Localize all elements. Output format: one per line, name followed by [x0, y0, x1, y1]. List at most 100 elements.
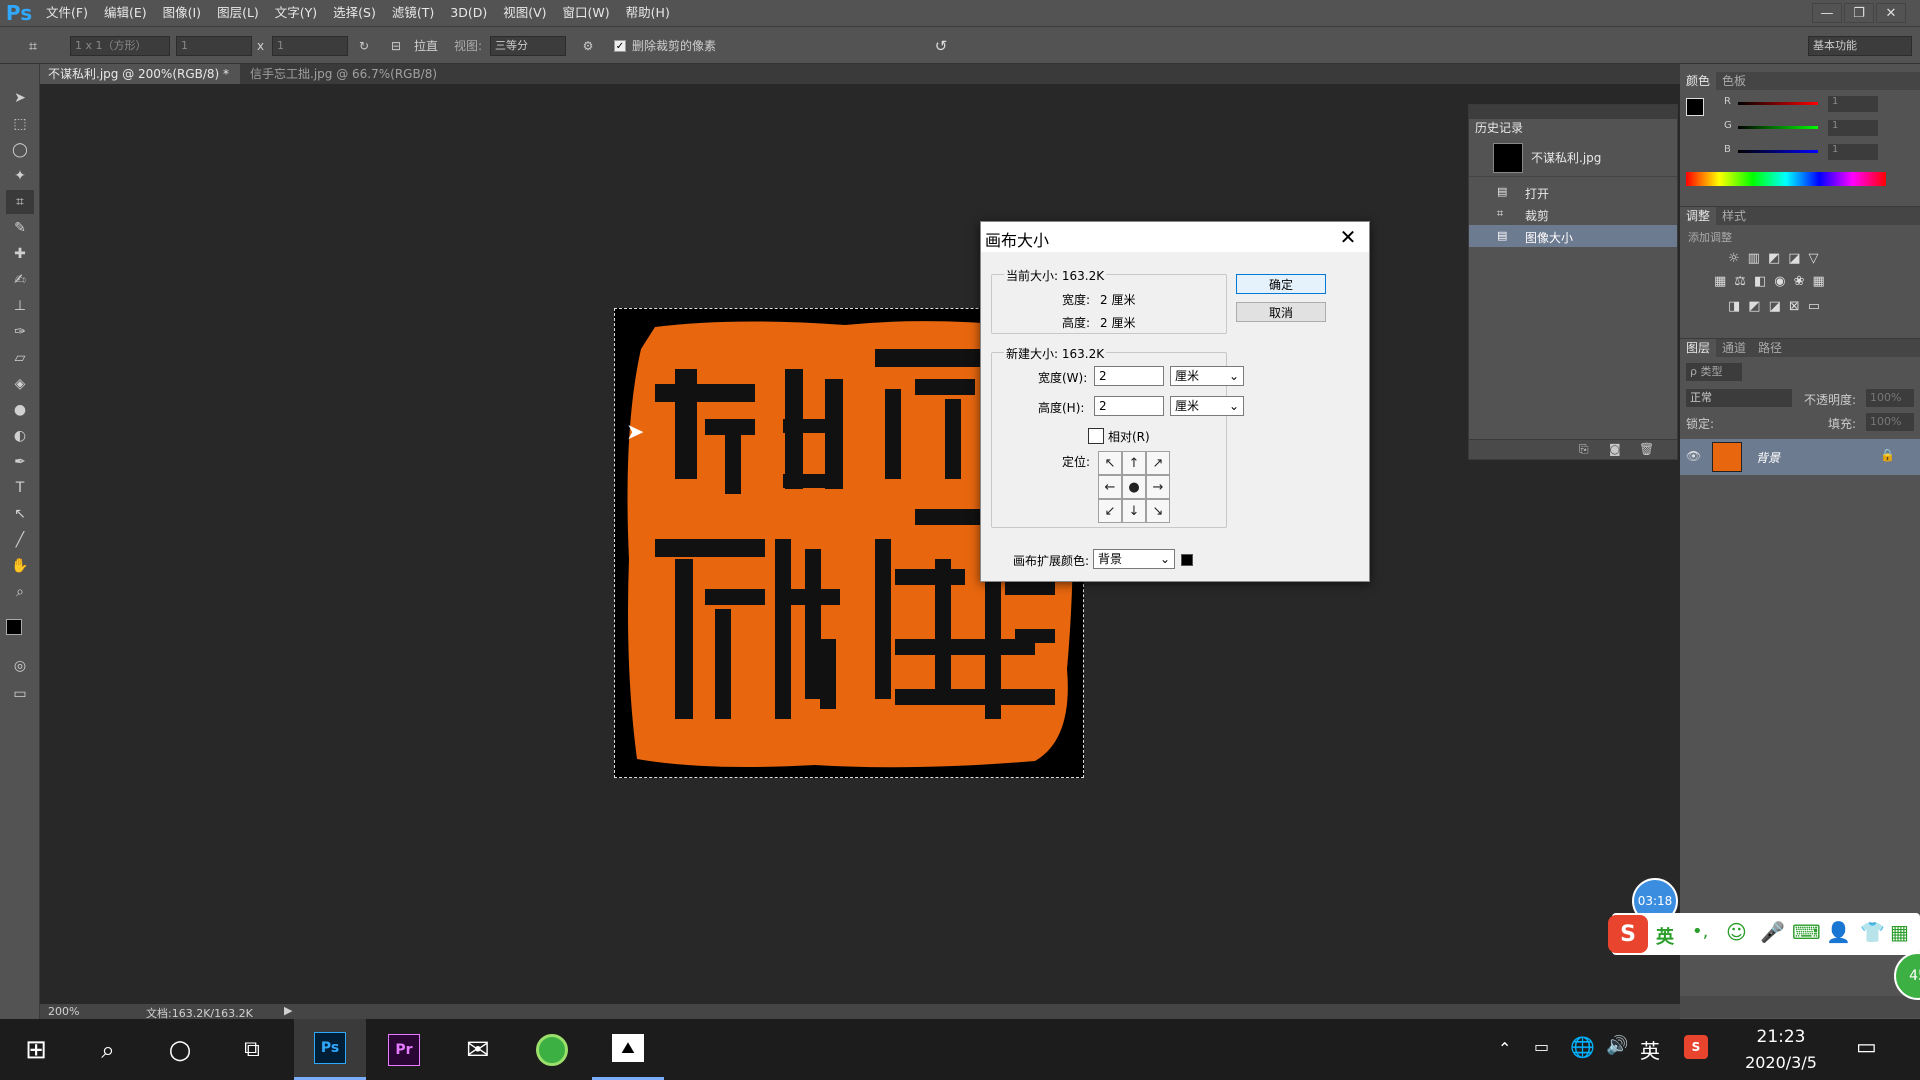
zoom-level[interactable]: 200% [48, 1005, 79, 1018]
exposure-icon[interactable]: ◪ [1788, 251, 1800, 266]
anchor-s-icon[interactable]: ↓ [1122, 499, 1146, 523]
pen-tool-icon[interactable]: ✒ [6, 450, 34, 474]
tab-paths[interactable]: 路径 [1752, 339, 1788, 357]
straighten-icon[interactable]: ⊟ [386, 36, 406, 56]
sogou-logo-icon[interactable]: S [1608, 915, 1648, 953]
anchor-e-icon[interactable]: → [1146, 475, 1170, 499]
extension-color-select[interactable]: 背景 ⌄ [1093, 549, 1175, 569]
emoji-icon[interactable]: ☺ [1726, 920, 1747, 944]
workspace-select[interactable]: 基本功能 [1808, 36, 1912, 56]
magic-wand-tool-icon[interactable]: ✦ [6, 164, 34, 188]
status-arrow-icon[interactable]: ▶ [284, 1004, 292, 1017]
channel-r-slider[interactable] [1738, 102, 1818, 105]
blend-mode-select[interactable]: 正常 [1686, 389, 1792, 407]
hue-icon[interactable]: ▦ [1714, 274, 1726, 289]
straighten-label[interactable]: 拉直 [414, 36, 438, 56]
tab-color[interactable]: 颜色 [1680, 72, 1717, 90]
channel-b-slider[interactable] [1738, 150, 1818, 153]
threshold-icon[interactable]: ◪ [1769, 299, 1781, 314]
crop-height-input[interactable]: 1 [272, 36, 348, 56]
notification-icon[interactable]: ▭ [1856, 1035, 1877, 1060]
mail-app-icon[interactable]: ✉ [442, 1019, 514, 1080]
channel-r-value[interactable]: 1 [1828, 96, 1878, 112]
view-select[interactable]: 三等分 [490, 36, 566, 56]
punctuation-icon[interactable]: •, [1692, 921, 1708, 942]
tab-styles[interactable]: 样式 [1716, 207, 1752, 225]
task-view-icon[interactable]: ⧉ [216, 1019, 288, 1080]
tab-history[interactable]: 历史记录 [1469, 119, 1531, 137]
brush-tool-icon[interactable]: ✍ [6, 268, 34, 292]
ratio-select[interactable]: 1 x 1（方形） [70, 36, 170, 56]
tray-language[interactable]: 英 [1640, 1035, 1660, 1064]
anchor-w-icon[interactable]: ← [1098, 475, 1122, 499]
dialog-close-icon[interactable]: ✕ [1333, 224, 1363, 250]
color-spectrum-bar[interactable] [1686, 172, 1886, 186]
tray-time[interactable]: 21:23 [1736, 1027, 1826, 1047]
swap-icon[interactable]: ↻ [354, 36, 374, 56]
menu-item[interactable]: 文件(F) [38, 0, 96, 26]
tab-document-2[interactable]: 信手忘工拙.jpg @ 66.7%(RGB/8) × [242, 64, 452, 101]
eye-icon[interactable]: 👁 [1686, 449, 1701, 463]
width-input[interactable]: 2 [1094, 366, 1164, 386]
tab-layers[interactable]: 图层 [1680, 339, 1717, 357]
gear-icon[interactable]: ⚙ [578, 36, 598, 56]
marquee-tool-icon[interactable]: ⬚ [6, 112, 34, 136]
network-icon[interactable]: 🌐 [1570, 1035, 1595, 1059]
posterize-icon[interactable]: ◩ [1748, 299, 1760, 314]
menu-item[interactable]: 视图(V) [495, 0, 554, 26]
curves-icon[interactable]: ◩ [1768, 251, 1780, 266]
type-tool-icon[interactable]: T [6, 476, 34, 500]
menu-item[interactable]: 选择(S) [325, 0, 384, 26]
menu-item[interactable]: 滤镜(T) [384, 0, 442, 26]
channel-mixer-icon[interactable]: ❀ [1794, 274, 1805, 289]
anchor-n-icon[interactable]: ↑ [1122, 451, 1146, 475]
foreground-swatch[interactable] [1686, 98, 1704, 116]
delete-cropped-checkbox[interactable]: ✓ [614, 40, 626, 52]
trash-icon[interactable]: 🗑 [1639, 442, 1654, 456]
canvas-area[interactable]: ➤ [40, 84, 1680, 1004]
layer-name[interactable]: 背景 [1756, 449, 1780, 466]
levels-icon[interactable]: ▥ [1748, 251, 1760, 266]
eraser-tool-icon[interactable]: ▱ [6, 346, 34, 370]
menu-item[interactable]: 编辑(E) [96, 0, 155, 26]
restore-button[interactable]: ❐ [1844, 3, 1874, 23]
blur-tool-icon[interactable]: ● [6, 398, 34, 422]
toolbox-icon[interactable]: ▦ [1890, 920, 1909, 944]
history-snapshot[interactable]: 不谋私利.jpg [1469, 139, 1677, 177]
brightness-icon[interactable]: ☼ [1728, 251, 1740, 266]
tab-channels[interactable]: 通道 [1716, 339, 1752, 357]
hand-tool-icon[interactable]: ✋ [6, 554, 34, 578]
opacity-input[interactable]: 100% [1866, 389, 1914, 407]
lasso-tool-icon[interactable]: ◯ [6, 138, 34, 162]
tray-date[interactable]: 2020/3/5 [1736, 1053, 1826, 1072]
foreground-color-swatch[interactable] [6, 619, 22, 635]
height-unit-select[interactable]: 厘米 ⌄ [1170, 396, 1244, 416]
anchor-nw-icon[interactable]: ↖ [1098, 451, 1122, 475]
history-item-selected[interactable]: ▤ 图像大小 [1469, 225, 1677, 247]
battery-icon[interactable]: ▭ [1534, 1037, 1549, 1056]
minimize-button[interactable]: — [1812, 3, 1842, 23]
channel-g-slider[interactable] [1738, 126, 1818, 129]
history-brush-tool-icon[interactable]: ✑ [6, 320, 34, 344]
new-document-icon[interactable]: ⎘ [1579, 442, 1589, 457]
ok-button[interactable]: 确定 [1236, 274, 1326, 294]
microphone-icon[interactable]: 🎤 [1760, 920, 1785, 944]
close-button[interactable]: ✕ [1876, 3, 1906, 23]
gradient-map-icon[interactable]: ▭ [1808, 299, 1820, 314]
relative-checkbox[interactable] [1088, 428, 1104, 444]
menu-item[interactable]: 图像(I) [155, 0, 209, 26]
path-selection-tool-icon[interactable]: ↖ [6, 502, 34, 526]
menu-item[interactable]: 窗口(W) [555, 0, 618, 26]
reset-icon[interactable]: ↺ [930, 36, 952, 56]
skin-icon[interactable]: 👕 [1860, 920, 1885, 944]
menu-item[interactable]: 帮助(H) [618, 0, 678, 26]
user-icon[interactable]: 👤 [1826, 920, 1851, 944]
photo-filter-icon[interactable]: ◉ [1774, 274, 1785, 289]
anchor-sw-icon[interactable]: ↙ [1098, 499, 1122, 523]
screen-mode-icon[interactable]: ▭ [6, 682, 34, 706]
windows-start-icon[interactable]: ⊞ [0, 1019, 72, 1080]
balance-icon[interactable]: ⚖ [1734, 274, 1746, 289]
search-icon[interactable]: ⌕ [72, 1019, 144, 1080]
anchor-se-icon[interactable]: ↘ [1146, 499, 1170, 523]
invert-icon[interactable]: ◨ [1728, 299, 1740, 314]
